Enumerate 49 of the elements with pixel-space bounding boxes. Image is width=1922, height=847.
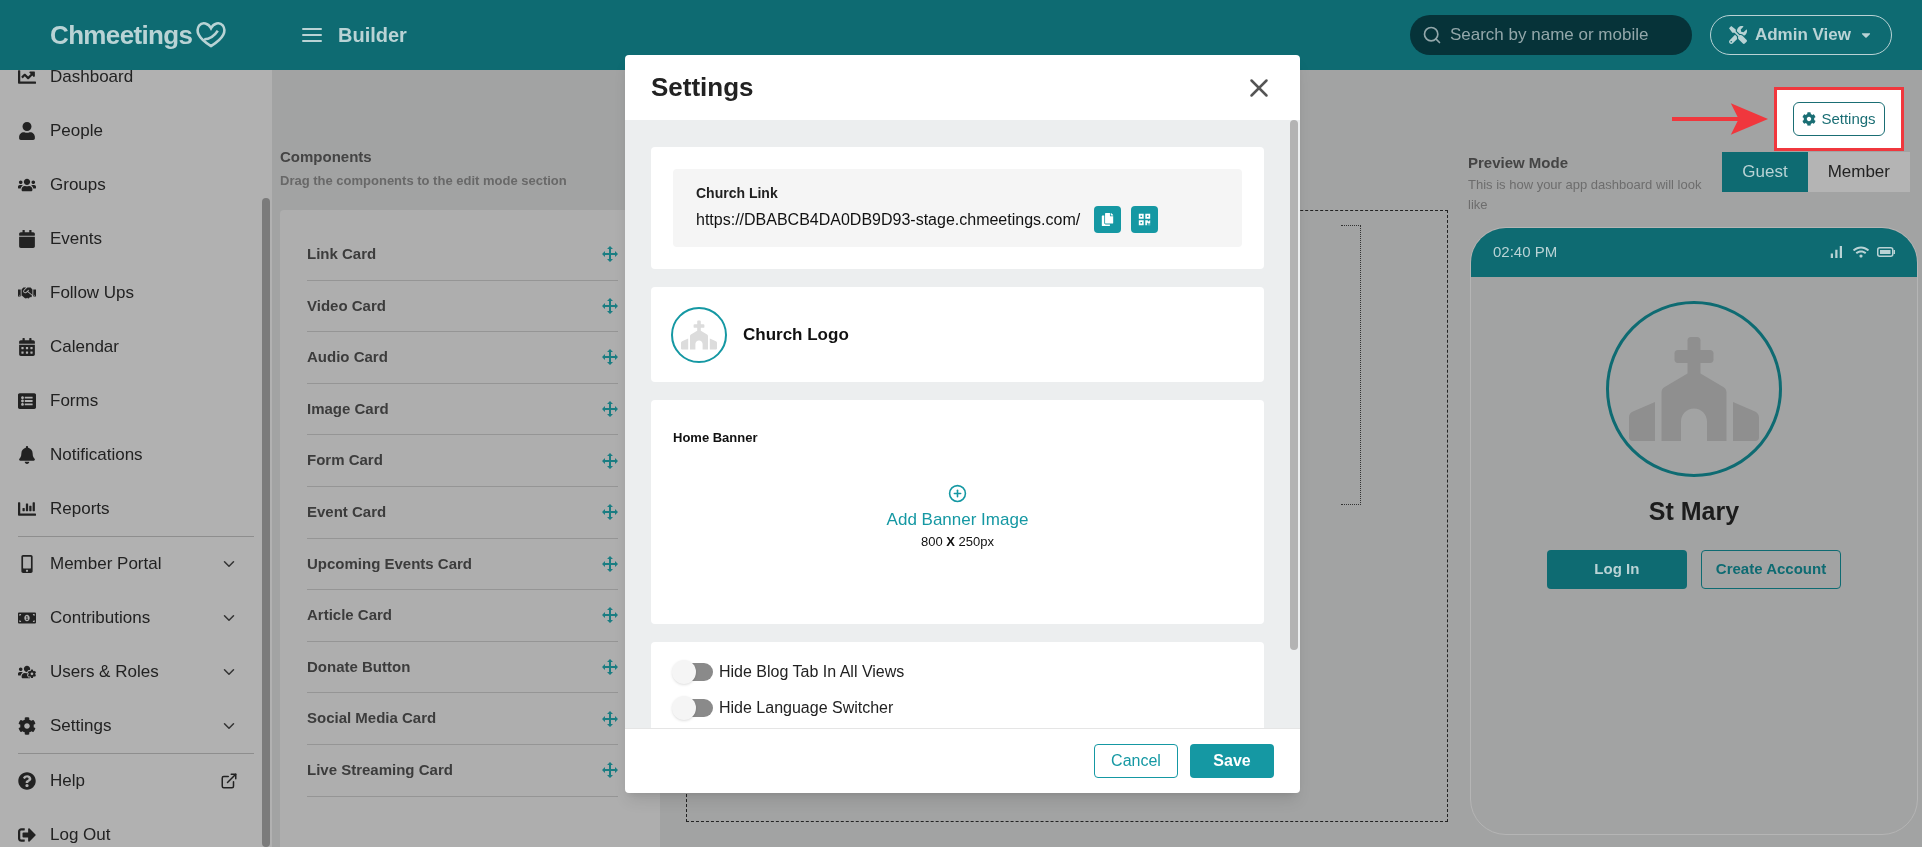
page-title: Builder (338, 23, 407, 48)
section-subtitle: Drag the components to the edit mode section (280, 171, 568, 190)
mode-tab[interactable]: Guest (1722, 152, 1808, 192)
component-item[interactable]: Donate Button (307, 641, 618, 694)
component-item[interactable]: Article Card (307, 590, 618, 642)
sidebar-item[interactable]: Notifications (50, 442, 143, 468)
sidebar-item[interactable]: Groups (50, 172, 106, 198)
field-label: Home Banner (673, 429, 759, 447)
sidebar-item[interactable]: Settings (50, 713, 112, 739)
sidebar-item[interactable]: Reports (50, 496, 110, 522)
component-item[interactable]: Event Card (307, 486, 618, 539)
component-item[interactable]: Form Card (307, 435, 618, 487)
sidebar-item[interactable]: Events (50, 226, 102, 252)
sidebar-item[interactable]: Help (50, 768, 85, 794)
login-button[interactable]: Log In (1546, 550, 1687, 589)
sidebar-item[interactable]: Dashboard (50, 64, 134, 90)
sidebar-item[interactable]: Follow Ups (50, 280, 135, 306)
sidebar-item[interactable]: Calendar (50, 334, 119, 360)
mode-tab[interactable]: Member (1807, 152, 1910, 192)
church-name: St Mary (1648, 495, 1740, 527)
sidebar-item[interactable]: People (50, 118, 103, 144)
component-item[interactable]: Social Media Card (307, 693, 618, 745)
church-link[interactable]: https://DBABCB4DA0DB9D93-stage.chmeetings.com/ (696, 207, 1081, 232)
search-field[interactable]: Search by name or mobile (1409, 15, 1692, 55)
component-item[interactable]: Video Card (307, 280, 618, 333)
clock-time: 02:40 PM (1493, 241, 1558, 262)
sidebar-item[interactable]: Forms (50, 388, 99, 414)
save-button[interactable]: Save (1190, 744, 1274, 778)
component-item[interactable]: Live Streaming Card (307, 744, 618, 797)
settings-button[interactable]: Settings (1793, 102, 1885, 136)
field-label: Church Link (696, 184, 779, 203)
sidebar-item[interactable]: Users & Roles (50, 659, 159, 685)
add-banner-link[interactable]: Add Banner Image (886, 506, 1029, 532)
dialog-title: Settings (651, 71, 754, 104)
toggle-label: Hide Language Switcher (719, 698, 894, 718)
toggle-label: Hide Blog Tab In All Views (719, 662, 905, 682)
component-item[interactable]: Audio Card (307, 332, 618, 384)
logo-label: Church Logo (743, 323, 849, 346)
component-item[interactable]: Link Card (307, 229, 618, 281)
component-item[interactable]: Upcoming Events Card (307, 538, 618, 591)
section-title: Components (280, 147, 373, 167)
sidebar-item[interactable]: Member Portal (50, 551, 162, 577)
sidebar-item[interactable]: Contributions (50, 605, 151, 631)
logo[interactable]: Chmeetings (50, 15, 193, 55)
cancel-button[interactable]: Cancel (1094, 744, 1178, 778)
section-title: Preview Mode (1468, 153, 1570, 173)
sidebar-item[interactable]: Log Out (50, 822, 111, 847)
component-item[interactable]: Image Card (307, 383, 618, 436)
banner-size: 800 X 250px (921, 533, 994, 551)
